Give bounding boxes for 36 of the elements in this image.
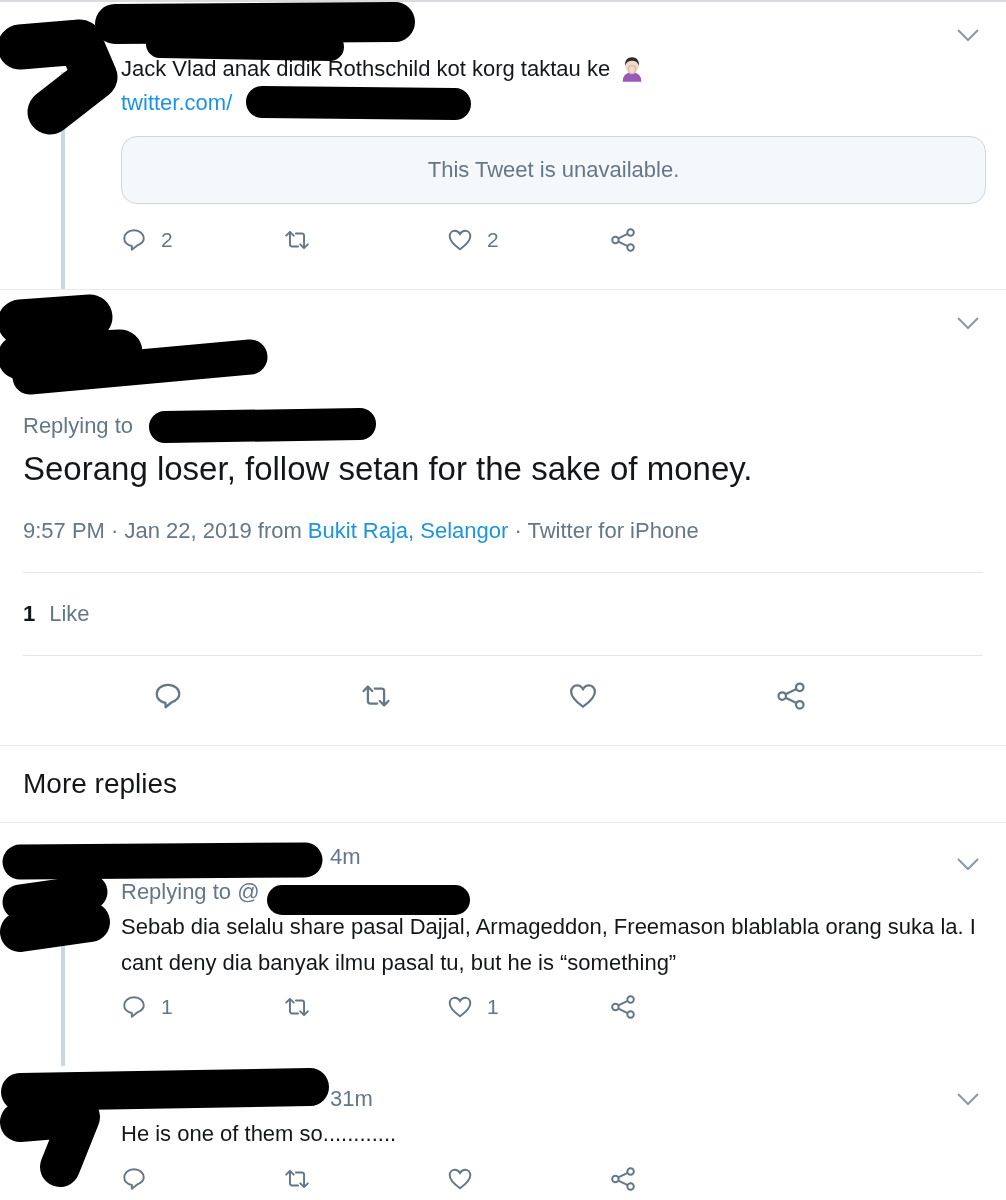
like-count: 2 — [487, 228, 499, 252]
tweet-timestamp: 9:57 PM · Jan 22, 2019 from — [23, 517, 302, 545]
chevron-down-icon[interactable] — [956, 28, 980, 42]
share-icon[interactable] — [610, 1166, 636, 1192]
tweet-time: 31m — [330, 1085, 373, 1113]
replying-to-label: Replying to — [23, 413, 134, 438]
chevron-down-icon[interactable] — [956, 1092, 980, 1106]
section-heading: More replies — [23, 768, 178, 800]
tweet-source: · Twitter for iPhone — [514, 517, 699, 545]
reply-count: 2 — [161, 228, 173, 252]
tweet-link[interactable]: twitter.com/ — [121, 86, 233, 120]
tweet-time: 4m — [330, 843, 361, 871]
tweet-text: Jack Vlad anak didik Rothschild kot korg taktau ke — [121, 55, 611, 83]
replying-to-label: Replying to @ — [121, 878, 260, 906]
reply-icon[interactable] — [153, 681, 183, 711]
heart-icon[interactable] — [568, 681, 598, 711]
reply-icon[interactable] — [121, 227, 147, 253]
quoted-tweet-card: This Tweet is unavailable. — [121, 136, 986, 204]
like-count: 1 — [487, 995, 499, 1019]
location-link[interactable]: Bukit Raja, Selangor — [307, 516, 509, 546]
share-icon[interactable] — [775, 681, 806, 711]
chevron-down-icon[interactable] — [956, 316, 980, 330]
reply-count: 1 — [161, 995, 173, 1019]
tweet-text: Sebab dia selalu share pasal Dajjal, Armageddon, Freemason blablabla orang suka la. I cant deny dia banyak ilmu pasal tu, but he is “something” — [121, 913, 976, 977]
reply-icon[interactable] — [121, 994, 147, 1020]
chevron-down-icon[interactable] — [956, 857, 980, 871]
share-icon[interactable] — [610, 227, 636, 253]
heart-icon[interactable] — [447, 1166, 473, 1192]
share-icon[interactable] — [610, 994, 636, 1020]
heart-icon[interactable] — [447, 994, 473, 1020]
like-count: 1 — [23, 601, 36, 627]
heart-icon[interactable] — [447, 227, 473, 253]
likes-label[interactable]: Like — [49, 601, 90, 627]
reply-icon[interactable] — [121, 1166, 147, 1192]
tweet-text: He is one of them so............ — [121, 1120, 398, 1148]
tweet-text: Seorang loser, follow setan for the sake of money. — [23, 449, 754, 489]
